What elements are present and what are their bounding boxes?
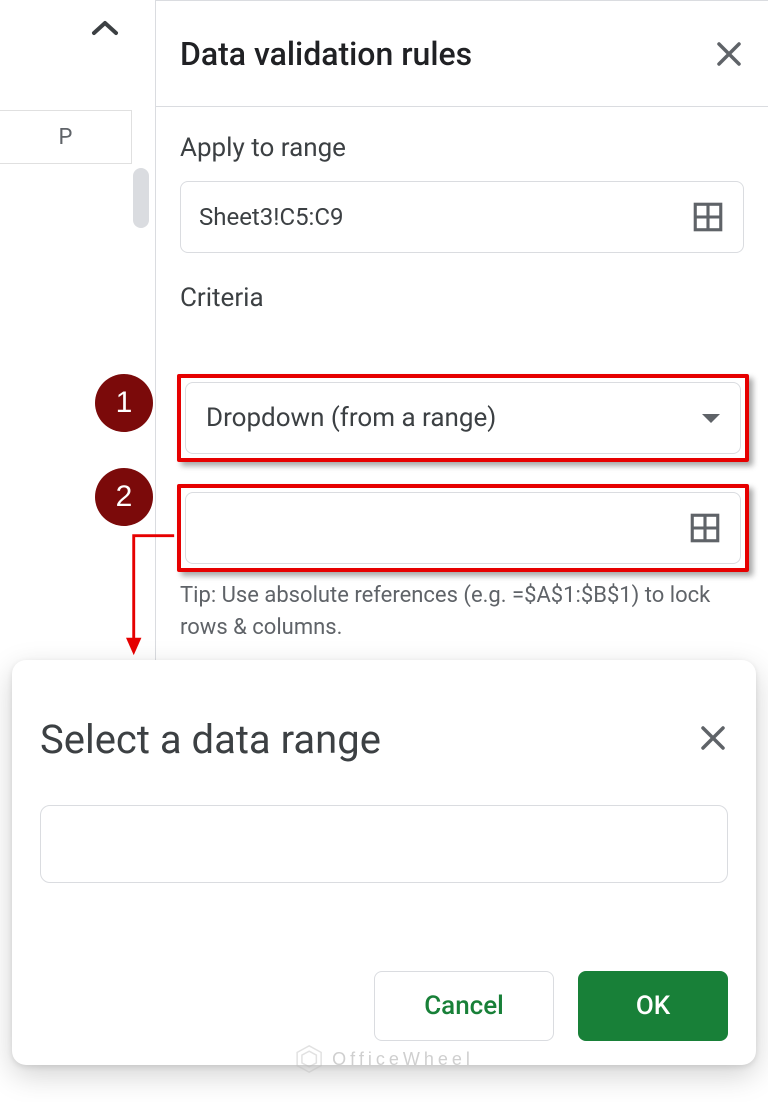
panel-header: Data validation rules <box>156 1 768 107</box>
apply-range-field[interactable]: Sheet3!C5:C9 <box>180 181 744 253</box>
select-range-icon[interactable] <box>691 200 725 234</box>
annotation-badge-2: 2 <box>95 468 153 526</box>
dialog-header: Select a data range <box>40 716 728 763</box>
annotation-highlight-1: Dropdown (from a range) <box>177 374 749 462</box>
select-data-range-dialog: Select a data range Cancel OK <box>12 660 756 1065</box>
criteria-range-field[interactable] <box>185 492 741 564</box>
select-range-icon[interactable] <box>688 511 722 545</box>
column-header-p[interactable]: P <box>0 110 132 164</box>
dialog-actions: Cancel OK <box>374 971 728 1041</box>
annotation-badge-1: 1 <box>95 374 153 432</box>
criteria-dropdown-value: Dropdown (from a range) <box>206 403 496 433</box>
close-icon[interactable] <box>698 723 728 757</box>
close-icon[interactable] <box>714 39 744 69</box>
apply-range-section: Apply to range Sheet3!C5:C9 <box>156 107 768 253</box>
watermark: OfficeWheel <box>294 1044 474 1074</box>
spreadsheet-area: P <box>0 0 155 660</box>
chevron-down-icon <box>702 414 720 423</box>
annotation-highlight-2 <box>177 484 749 572</box>
data-range-input[interactable] <box>40 805 728 883</box>
chevron-up-icon[interactable] <box>90 18 120 42</box>
logo-icon <box>294 1044 324 1074</box>
criteria-label: Criteria <box>180 283 744 313</box>
dialog-title: Select a data range <box>40 716 381 763</box>
criteria-tip: Tip: Use absolute references (e.g. =$A$1… <box>180 580 750 644</box>
apply-range-label: Apply to range <box>180 133 744 163</box>
criteria-dropdown[interactable]: Dropdown (from a range) <box>185 382 741 454</box>
apply-range-value: Sheet3!C5:C9 <box>199 203 343 231</box>
criteria-section: Criteria <box>156 253 768 313</box>
cancel-button[interactable]: Cancel <box>374 971 554 1041</box>
watermark-text: OfficeWheel <box>332 1049 474 1070</box>
ok-button[interactable]: OK <box>578 971 728 1041</box>
scrollbar-thumb[interactable] <box>133 168 149 228</box>
panel-title: Data validation rules <box>180 35 472 73</box>
